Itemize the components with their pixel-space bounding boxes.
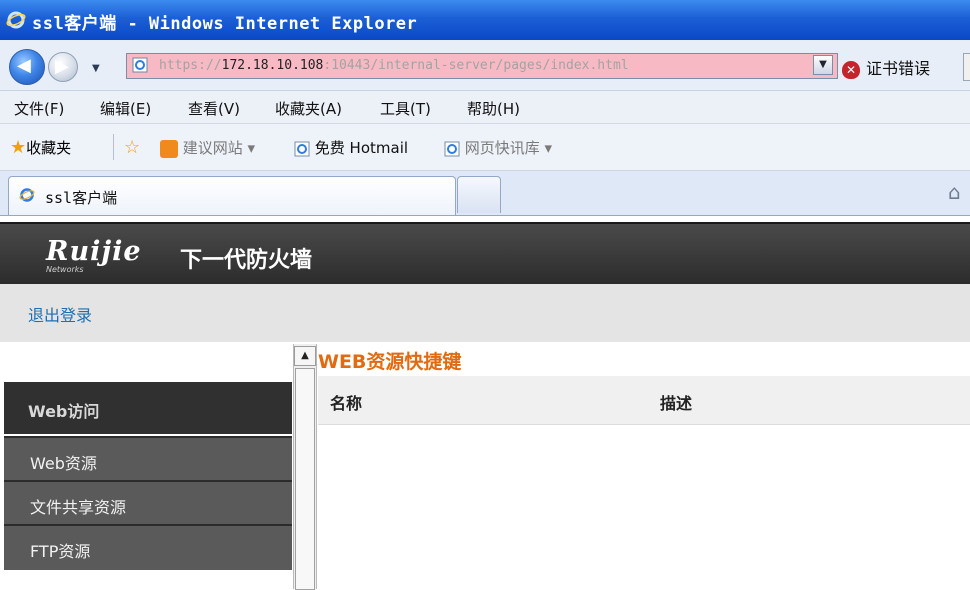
back-arrow-icon: ◀ bbox=[17, 55, 31, 76]
address-bar[interactable]: https://172.18.10.108:10443/internal-ser… bbox=[126, 53, 838, 79]
new-tab-button[interactable] bbox=[457, 176, 501, 213]
section-title: WEB资源快捷键 bbox=[318, 351, 462, 373]
menu-favorites[interactable]: 收藏夹(A) bbox=[275, 98, 342, 119]
user-bar: 退出登录 bbox=[0, 284, 970, 342]
favorites-button[interactable]: ★收藏夹 bbox=[10, 137, 71, 158]
url-path: :10443/internal-server/pages/index.html bbox=[323, 58, 629, 73]
certificate-error-button[interactable]: ✕ 证书错误 bbox=[842, 55, 931, 79]
scroll-thumb[interactable] bbox=[295, 368, 315, 590]
web-page: Ruijie Networks 下一代防火墙 退出登录 Web访问 Web资源 … bbox=[0, 216, 970, 590]
favorites-label: 收藏夹 bbox=[26, 139, 72, 157]
web-slice-label: 网页快讯库 ▾ bbox=[464, 139, 553, 157]
address-url[interactable]: https://172.18.10.108:10443/internal-ser… bbox=[159, 58, 629, 73]
logout-link[interactable]: 退出登录 bbox=[28, 302, 92, 326]
star-icon: ★ bbox=[10, 137, 27, 158]
tab-label: ssl客户端 bbox=[45, 189, 118, 207]
ie-logo-icon bbox=[6, 11, 26, 29]
web-slice-icon bbox=[444, 141, 460, 156]
window-title: ssl客户端 - Windows Internet Explorer bbox=[32, 14, 418, 34]
back-button[interactable]: ◀ bbox=[9, 49, 45, 85]
menu-view[interactable]: 查看(V) bbox=[188, 98, 240, 119]
sidebar-item-label: 文件共享资源 bbox=[30, 498, 127, 517]
url-host: 172.18.10.108 bbox=[221, 58, 324, 73]
tab-bar: ssl客户端 bbox=[0, 171, 970, 216]
sidebar-item-file-share-resources[interactable]: 文件共享资源 bbox=[4, 480, 292, 526]
resource-table-header: 名称 描述 bbox=[318, 376, 970, 425]
menu-bar: 文件(F) 编辑(E) 查看(V) 收藏夹(A) 工具(T) 帮助(H) bbox=[0, 91, 970, 124]
favorites-bar: ★收藏夹 ☆ 建议网站 ▾ 免费 Hotmail 网页快讯库 ▾ bbox=[0, 124, 970, 171]
forward-button[interactable]: ▶ bbox=[48, 52, 78, 82]
sidebar-scrollbar[interactable]: ▲ bbox=[293, 344, 317, 590]
url-scheme: https:// bbox=[159, 58, 222, 73]
page-icon bbox=[132, 57, 148, 73]
suggested-sites-icon bbox=[160, 139, 178, 158]
ruijie-logo: Ruijie bbox=[46, 236, 142, 267]
menu-tools[interactable]: 工具(T) bbox=[380, 98, 431, 119]
sidebar-item-label: FTP资源 bbox=[30, 542, 91, 561]
tab-ssl-client[interactable]: ssl客户端 bbox=[8, 176, 456, 215]
ie-tab-icon bbox=[19, 188, 35, 202]
forward-arrow-icon: ▶ bbox=[55, 56, 69, 77]
window-title-bar: ssl客户端 - Windows Internet Explorer bbox=[0, 0, 970, 40]
suggested-sites-label: 建议网站 ▾ bbox=[182, 139, 256, 157]
sidebar-header-label: Web访问 bbox=[28, 402, 100, 421]
menu-file[interactable]: 文件(F) bbox=[14, 98, 64, 119]
add-favorite-button[interactable]: ☆ bbox=[124, 137, 140, 158]
product-title: 下一代防火墙 bbox=[180, 248, 313, 273]
home-icon[interactable]: ⌂ bbox=[948, 180, 970, 204]
cert-error-label: 证书错误 bbox=[866, 59, 931, 78]
ie-page-icon bbox=[294, 141, 310, 156]
refresh-button-edge[interactable] bbox=[963, 53, 970, 81]
sidebar-item-ftp-resources[interactable]: FTP资源 bbox=[4, 524, 292, 570]
address-dropdown-button[interactable]: ▼ bbox=[813, 55, 833, 75]
hotmail-label: 免费 Hotmail bbox=[314, 139, 409, 157]
ruijie-logo-sub: Networks bbox=[46, 265, 84, 274]
add-to-favorites-icon: ☆ bbox=[124, 137, 141, 158]
scroll-up-button[interactable]: ▲ bbox=[294, 346, 316, 366]
hotmail-link[interactable]: 免费 Hotmail bbox=[294, 137, 408, 158]
menu-edit[interactable]: 编辑(E) bbox=[100, 98, 151, 119]
column-description: 描述 bbox=[660, 394, 693, 413]
recent-pages-dropdown-icon[interactable]: ▼ bbox=[92, 63, 100, 74]
column-name: 名称 bbox=[330, 394, 363, 413]
favorites-divider bbox=[113, 134, 114, 160]
shield-x-icon: ✕ bbox=[842, 60, 860, 79]
suggested-sites-link[interactable]: 建议网站 ▾ bbox=[160, 137, 255, 158]
sidebar-item-label: Web资源 bbox=[30, 454, 97, 473]
menu-help[interactable]: 帮助(H) bbox=[467, 98, 520, 119]
web-slice-gallery-link[interactable]: 网页快讯库 ▾ bbox=[444, 137, 552, 158]
sidebar: Web访问 Web资源 文件共享资源 FTP资源 bbox=[0, 344, 293, 589]
navigation-bar: ◀ ▶ ▼ https://172.18.10.108:10443/intern… bbox=[0, 40, 970, 91]
sidebar-item-web-resources[interactable]: Web资源 bbox=[4, 436, 292, 482]
sidebar-header-web-access[interactable]: Web访问 bbox=[4, 382, 292, 434]
app-header: Ruijie Networks 下一代防火墙 bbox=[0, 222, 970, 286]
